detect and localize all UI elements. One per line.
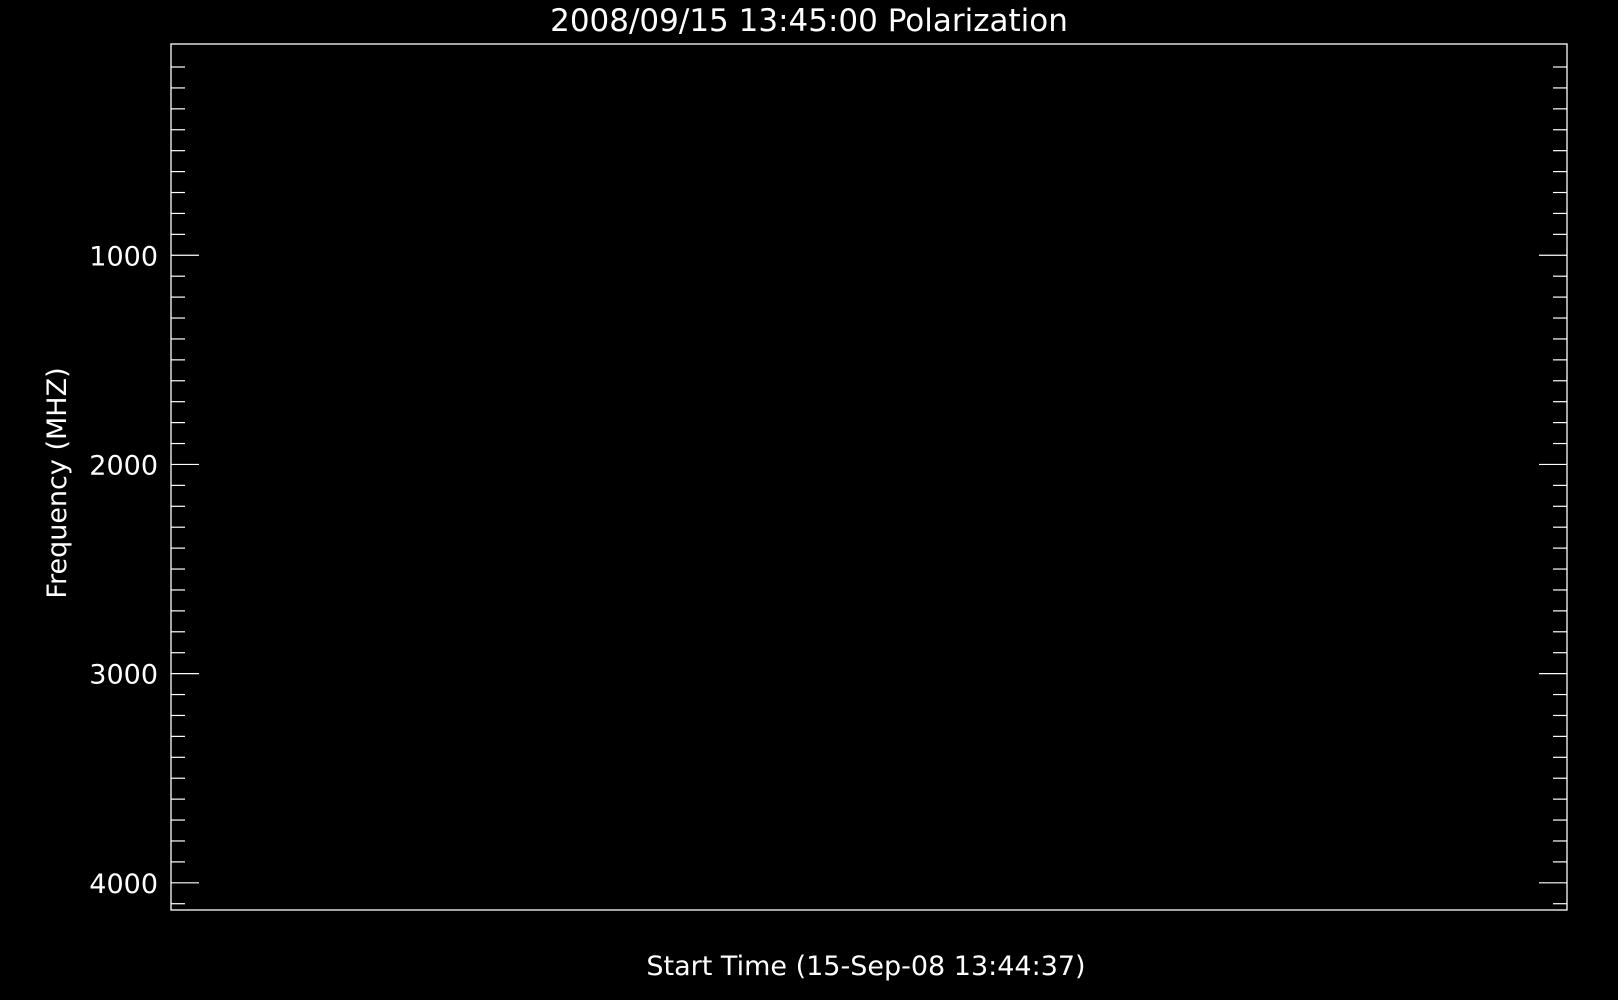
y-tick-label: 4000 — [89, 869, 158, 900]
y-axis: 1000 2000 3000 4000 — [89, 66, 1567, 905]
y-tick-label: 1000 — [89, 241, 158, 272]
dynamic-spectrum-chart: 2008/09/15 13:45:00 Polarization 13:4813… — [42, 3, 1568, 982]
x-axis-label: Start Time (15-Sep-08 13:44:37) — [646, 951, 1085, 982]
chart-title: 2008/09/15 13:45:00 Polarization — [550, 3, 1068, 39]
y-tick-label: 2000 — [89, 450, 158, 481]
plot-frame — [170, 43, 1568, 911]
y-axis-label: Frequency (MHZ) — [42, 367, 73, 598]
y-tick-label: 3000 — [89, 660, 158, 691]
